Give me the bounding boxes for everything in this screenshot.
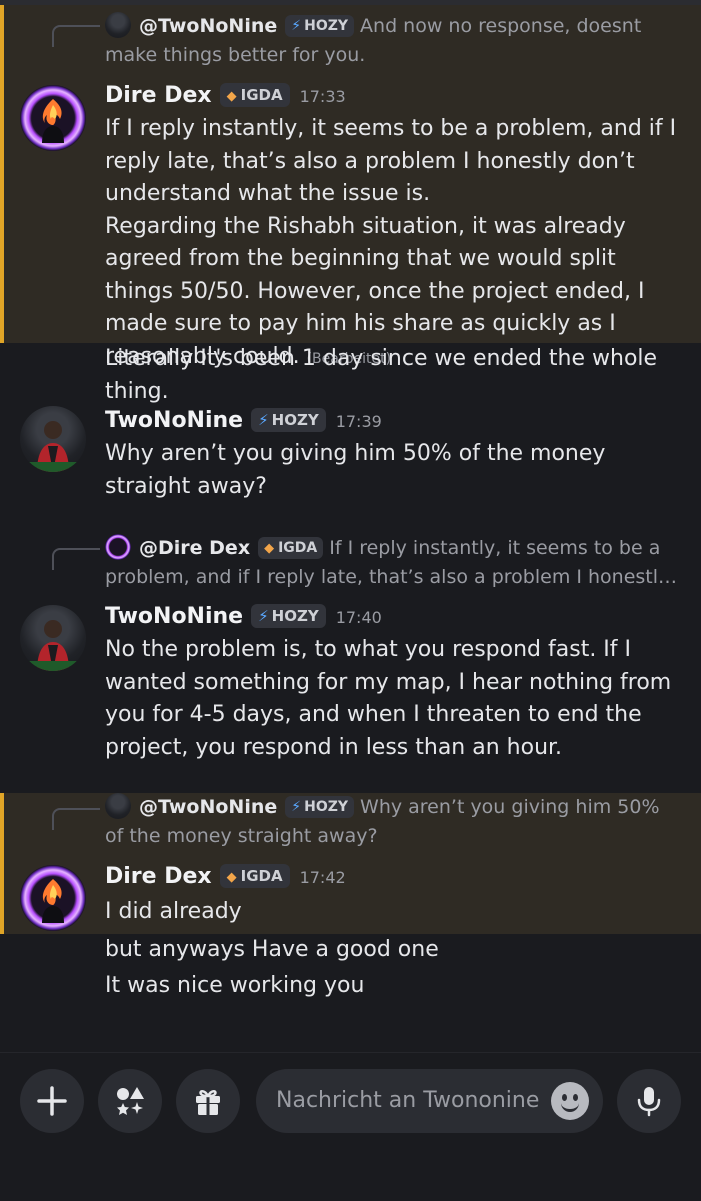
reply-avatar <box>105 12 131 38</box>
server-tag: ⚡ HOZY <box>285 796 355 818</box>
player-photo-icon <box>20 620 86 671</box>
reply-preview[interactable]: @TwoNoNine ⚡ HOZY Why aren’t you giving him… <box>105 793 683 851</box>
reply-author[interactable]: @Dire Dex <box>139 537 250 559</box>
followup-message[interactable]: Literally It's been 1 day since we ended… <box>105 343 681 408</box>
diamond-icon: ◆ <box>226 870 237 885</box>
emoji-icon[interactable] <box>551 1082 589 1120</box>
message-text: If I reply instantly, it seems to be a p… <box>105 116 677 206</box>
gift-icon <box>196 1090 220 1115</box>
reply-avatar <box>105 534 131 560</box>
server-tag: ⚡ HOZY <box>251 604 326 628</box>
server-tag: ◆ IGDA <box>258 537 324 559</box>
author-name[interactable]: TwoNoNine <box>105 408 243 433</box>
server-tag: ◆ IGDA <box>219 83 290 107</box>
smile-mouth <box>561 1100 579 1112</box>
reply-connector <box>52 548 100 570</box>
mention-highlight-bar <box>0 793 4 934</box>
flame-figure-icon <box>42 99 64 143</box>
bolt-icon: ⚡ <box>291 18 302 34</box>
reply-author[interactable]: @TwoNoNine <box>139 15 277 37</box>
avatar[interactable] <box>20 865 86 931</box>
mention-highlight-bar <box>0 5 4 343</box>
reply-connector <box>52 808 100 830</box>
avatar[interactable] <box>20 406 86 472</box>
message-header: TwoNoNine ⚡ HOZY 17:40 <box>105 602 382 633</box>
message-header: Dire Dex ◆ IGDA 17:33 <box>105 81 346 112</box>
message-dire-dex-1733[interactable]: @TwoNoNine ⚡ HOZY And now no response, does… <box>0 5 701 369</box>
timestamp: 17:33 <box>299 87 346 106</box>
timestamp: 17:39 <box>335 412 382 431</box>
reply-preview[interactable]: @TwoNoNine ⚡ HOZY And now no response, does… <box>105 12 683 70</box>
server-tag: ⚡ HOZY <box>285 15 355 37</box>
apps-icon <box>117 1087 144 1115</box>
message-text[interactable]: Why aren’t you giving him 50% of the mon… <box>105 438 681 503</box>
author-name[interactable]: Dire Dex <box>105 83 212 108</box>
gift-button[interactable] <box>176 1069 240 1133</box>
diamond-icon: ◆ <box>226 89 237 104</box>
message-input[interactable]: Nachricht an Twononine <box>256 1069 603 1133</box>
bolt-icon: ⚡ <box>291 799 302 815</box>
server-tag: ⚡ HOZY <box>251 408 326 432</box>
voice-message-button[interactable] <box>617 1069 681 1133</box>
timestamp: 17:40 <box>335 608 382 627</box>
avatar[interactable] <box>20 85 86 151</box>
message-composer: Nachricht an Twononine <box>0 1052 701 1201</box>
message-text: I did already <box>105 899 242 924</box>
chat-area: @TwoNoNine ⚡ HOZY And now no response, does… <box>0 0 701 1052</box>
flame-figure-icon <box>42 879 64 923</box>
followup-message[interactable]: It was nice working you <box>105 970 681 1003</box>
plus-icon <box>37 1086 67 1116</box>
author-name[interactable]: Dire Dex <box>105 864 212 889</box>
apps-button[interactable] <box>98 1069 162 1133</box>
bolt-icon: ⚡ <box>258 411 269 429</box>
player-photo-icon <box>20 421 86 472</box>
message-input-placeholder: Nachricht an Twononine <box>276 1088 540 1113</box>
bolt-icon: ⚡ <box>258 607 269 625</box>
add-attachment-button[interactable] <box>20 1069 84 1133</box>
reply-preview[interactable]: @Dire Dex ◆ IGDA If I reply instantly, it s… <box>105 534 683 592</box>
message-text[interactable]: No the problem is, to what you respond f… <box>105 634 681 764</box>
message-header: Dire Dex ◆ IGDA 17:42 <box>105 862 346 893</box>
reply-author[interactable]: @TwoNoNine <box>139 796 277 818</box>
message-header: TwoNoNine ⚡ HOZY 17:39 <box>105 406 382 437</box>
timestamp: 17:42 <box>299 868 346 887</box>
reply-connector <box>52 25 100 47</box>
reply-avatar <box>105 793 131 819</box>
avatar[interactable] <box>20 605 86 671</box>
followup-message[interactable]: but anyways Have a good one <box>105 934 681 967</box>
message-body: If I reply instantly, it seems to be a p… <box>105 113 681 375</box>
microphone-icon <box>637 1087 661 1117</box>
author-name[interactable]: TwoNoNine <box>105 604 243 629</box>
server-tag: ◆ IGDA <box>219 864 290 888</box>
message-dire-dex-1742[interactable]: @TwoNoNine ⚡ HOZY Why aren’t you giving him… <box>0 793 701 934</box>
diamond-icon: ◆ <box>264 541 275 556</box>
